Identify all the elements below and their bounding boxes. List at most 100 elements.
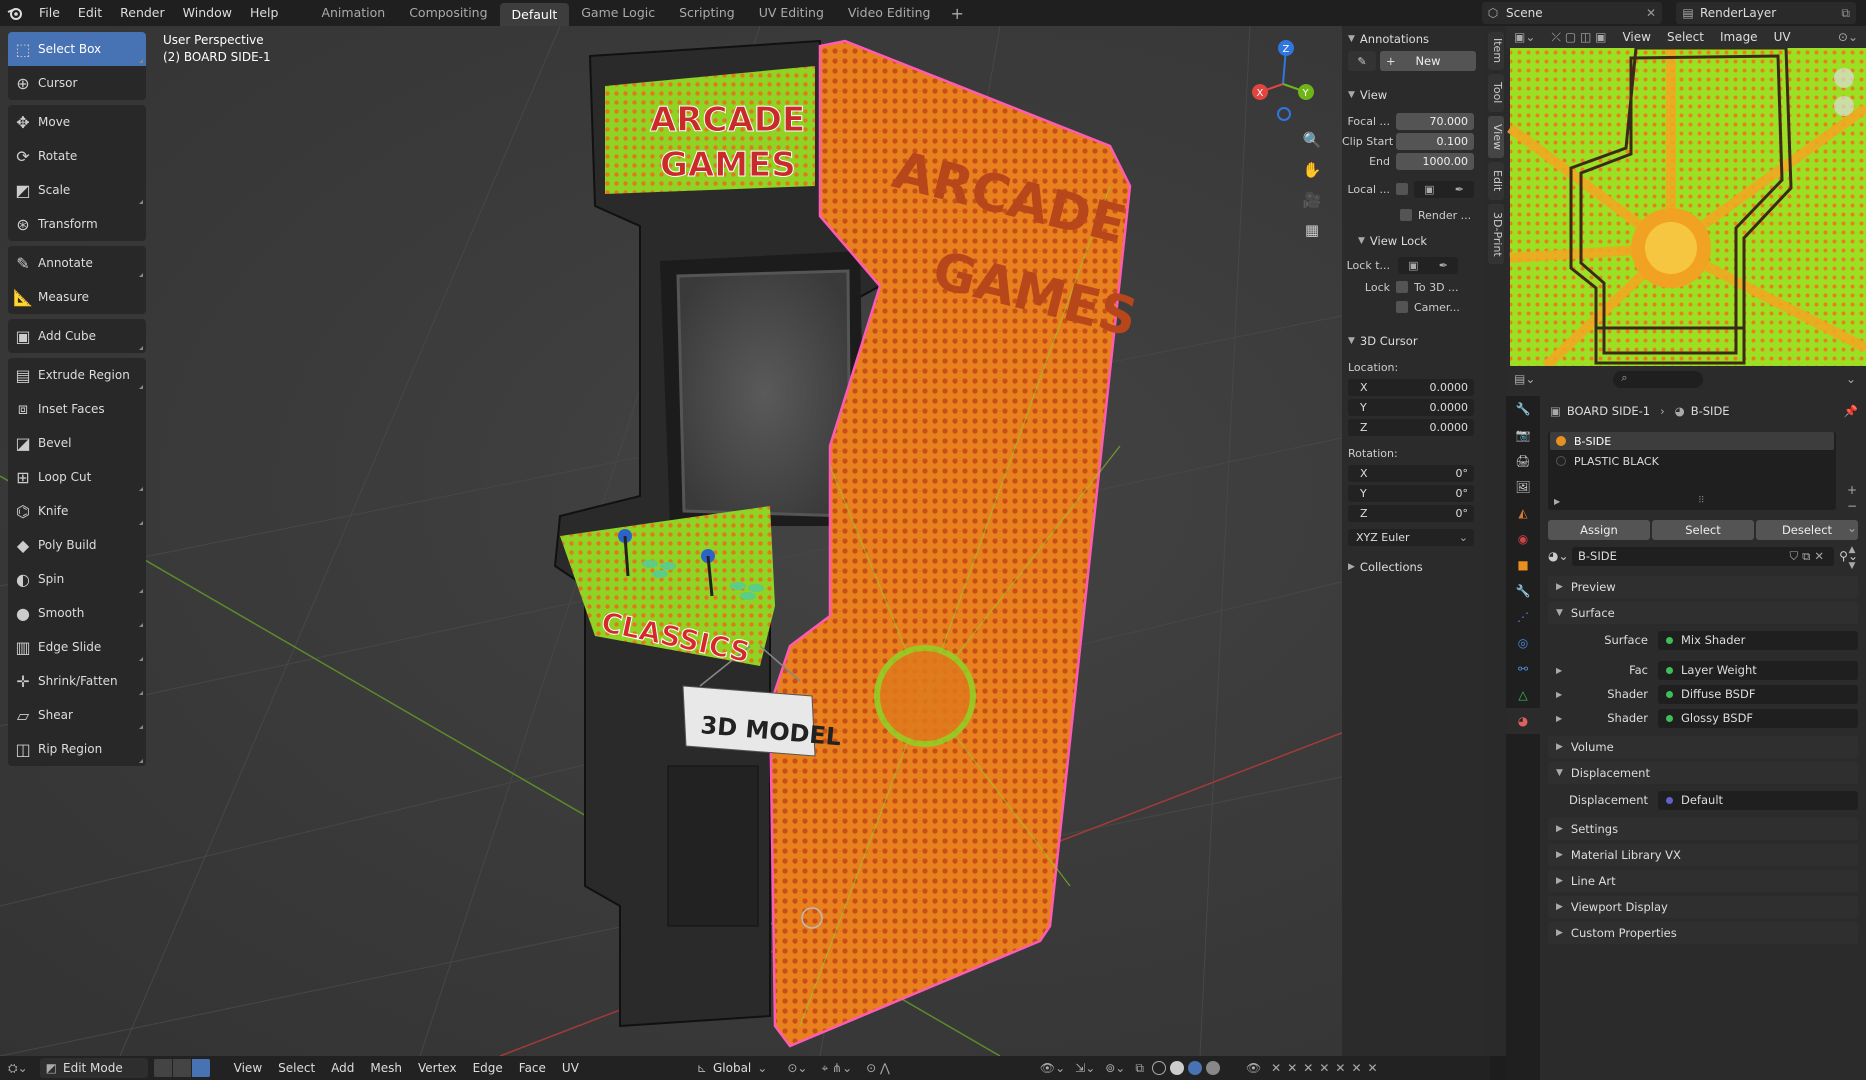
tool-poly-build[interactable]: ◆ Poly Build xyxy=(8,528,146,562)
menu-mesh[interactable]: Mesh xyxy=(362,1061,410,1075)
remove-slot-button[interactable]: − xyxy=(1844,498,1860,514)
modifier-properties-icon[interactable]: 🔧 xyxy=(1506,578,1540,604)
object-properties-icon[interactable]: ■ xyxy=(1506,552,1540,578)
snap-icon[interactable]: ⌖ ⋔⌄ xyxy=(821,1061,852,1076)
tab-default[interactable]: Default xyxy=(499,3,570,26)
blender-logo-icon[interactable] xyxy=(0,0,30,26)
tab-edit[interactable]: Edit xyxy=(1488,162,1504,200)
tab-uv-editing[interactable]: UV Editing xyxy=(747,0,836,26)
new-annotation-button[interactable]: + New xyxy=(1380,51,1476,71)
ortho-grid-icon[interactable]: ▦ xyxy=(1298,216,1326,244)
assign-button[interactable]: Assign xyxy=(1548,520,1650,540)
tab-scripting[interactable]: Scripting xyxy=(667,0,747,26)
cursor-rotation-y[interactable]: Y 0° xyxy=(1348,484,1474,502)
lock-to-object-picker[interactable]: ▣ ✒ xyxy=(1398,256,1458,274)
tool-measure[interactable]: 📐 Measure xyxy=(8,280,146,314)
solid-shading-icon[interactable] xyxy=(1169,1061,1184,1075)
tab-video-editing[interactable]: Video Editing xyxy=(836,0,943,26)
tool-loop-cut[interactable]: ⊞ Loop Cut xyxy=(8,460,146,494)
tool-annotate[interactable]: ✎ Annotate xyxy=(8,246,146,280)
visibility-icon[interactable]: 👁⌄ xyxy=(1040,1061,1065,1075)
menu-file[interactable]: File xyxy=(30,0,69,26)
output-properties-icon[interactable]: 🖨 xyxy=(1506,448,1540,474)
surface-section[interactable]: ▼ Surface xyxy=(1548,602,1858,624)
annotation-layer-icon[interactable]: ✎ xyxy=(1348,51,1376,71)
menu-help[interactable]: Help xyxy=(241,0,288,26)
tool-edge-slide[interactable]: ▥ Edge Slide xyxy=(8,630,146,664)
menu-edge[interactable]: Edge xyxy=(465,1061,511,1075)
tool-cursor[interactable]: ⊕ Cursor xyxy=(8,66,146,100)
tool-scale[interactable]: ◩ Scale xyxy=(8,173,146,207)
viewport-display-section[interactable]: ▶ Viewport Display xyxy=(1548,896,1858,918)
tab-tool[interactable]: Tool xyxy=(1488,74,1504,112)
clip-end-field[interactable]: 1000.00 xyxy=(1396,152,1474,170)
editor-type-icon[interactable]: ▤⌄ xyxy=(1506,372,1543,386)
fac-input-selector[interactable]: Layer Weight xyxy=(1658,660,1858,680)
material-shading-icon[interactable] xyxy=(1187,1061,1202,1075)
local-camera-checkbox[interactable] xyxy=(1396,183,1408,195)
physics-icon[interactable]: ◎ xyxy=(1506,630,1540,656)
preview-section[interactable]: ▶ Preview xyxy=(1548,576,1858,598)
view-layer-icon[interactable]: 🖼 xyxy=(1506,474,1540,500)
tool-settings-icon[interactable]: 🔧 xyxy=(1506,396,1540,422)
cursor-location-x[interactable]: X 0.0000 xyxy=(1348,378,1474,396)
tool-rip-region[interactable]: ◫ Rip Region xyxy=(8,732,146,766)
xray-icon[interactable]: ⧉ xyxy=(1135,1061,1144,1076)
copy-icon[interactable]: ⧉ xyxy=(1841,2,1850,24)
view-lock-header[interactable]: ▼ View Lock xyxy=(1342,230,1486,252)
custom-properties-section[interactable]: ▶ Custom Properties xyxy=(1548,922,1858,944)
view-header[interactable]: ▼ View xyxy=(1342,84,1486,106)
tool-select-box[interactable]: ⬚ Select Box xyxy=(8,32,146,66)
add-workspace-button[interactable]: + xyxy=(942,4,971,23)
tool-spin[interactable]: ◐ Spin xyxy=(8,562,146,596)
resize-handle-icon[interactable]: ⠿ xyxy=(1698,496,1705,506)
settings-section[interactable]: ▶ Settings xyxy=(1548,818,1858,840)
cursor-location-y[interactable]: Y 0.0000 xyxy=(1348,398,1474,416)
menu-select[interactable]: Select xyxy=(270,1061,323,1075)
menu-face[interactable]: Face xyxy=(511,1061,554,1075)
chevron-right-icon[interactable]: ▶ xyxy=(1554,497,1560,506)
face-select-icon[interactable] xyxy=(191,1059,210,1077)
menu-edit[interactable]: Edit xyxy=(69,0,111,26)
menu-render[interactable]: Render xyxy=(111,0,174,26)
mode-dropdown[interactable]: ◩ Edit Mode xyxy=(39,1058,148,1078)
tool-inset-faces[interactable]: ⧈ Inset Faces xyxy=(8,392,146,426)
pivot-icon[interactable]: ⊙⌄ xyxy=(787,1061,807,1075)
menu-view[interactable]: View xyxy=(1614,30,1658,44)
tab-compositing[interactable]: Compositing xyxy=(397,0,499,26)
deselect-button[interactable]: Deselect xyxy=(1756,520,1858,540)
tab-view[interactable]: View xyxy=(1488,116,1504,158)
annotations-header[interactable]: ▼ Annotations xyxy=(1342,28,1486,50)
material-properties-icon[interactable]: ◕ xyxy=(1506,708,1540,734)
gizmo-toggle-icon[interactable]: ⇲⌄ xyxy=(1075,1061,1095,1075)
menu-select[interactable]: Select xyxy=(1659,30,1712,44)
menu-image[interactable]: Image xyxy=(1712,30,1766,44)
chevron-right-icon[interactable]: ▶ xyxy=(1548,714,1568,723)
tool-shrink-fatten[interactable]: ✛ Shrink/Fatten xyxy=(8,664,146,698)
lock-camera-checkbox[interactable] xyxy=(1396,301,1408,313)
particles-icon[interactable]: ⋰ xyxy=(1506,604,1540,630)
chevron-right-icon[interactable]: ▶ xyxy=(1548,666,1568,675)
tool-rotate[interactable]: ⟳ Rotate xyxy=(8,139,146,173)
vertex-select-icon[interactable] xyxy=(153,1059,172,1077)
clip-start-field[interactable]: 0.100 xyxy=(1396,132,1474,150)
uv-texture-canvas[interactable] xyxy=(1506,48,1866,366)
navigation-gizmo[interactable]: Z X Y xyxy=(1238,34,1328,124)
scene-properties-icon[interactable]: ◭ xyxy=(1506,500,1540,526)
menu-view[interactable]: View xyxy=(226,1061,270,1075)
3d-cursor-header[interactable]: ▼ 3D Cursor xyxy=(1342,330,1486,352)
menu-vertex[interactable]: Vertex xyxy=(410,1061,465,1075)
tool-shear[interactable]: ▱ Shear xyxy=(8,698,146,732)
world-properties-icon[interactable]: ◉ xyxy=(1506,526,1540,552)
chevron-down-icon[interactable]: ⌄ xyxy=(1844,520,1860,536)
close-icon[interactable]: ✕ xyxy=(1646,2,1656,24)
pan-hand-icon[interactable]: ✋ xyxy=(1298,156,1326,184)
zoom-icon[interactable]: 🔍 xyxy=(1298,126,1326,154)
shader2-input-selector[interactable]: Glossy BSDF xyxy=(1658,708,1858,728)
select-button[interactable]: Select xyxy=(1652,520,1754,540)
editor-type-icon[interactable]: ⛭⌄ xyxy=(0,1061,36,1076)
rendered-shading-icon[interactable] xyxy=(1205,1061,1220,1075)
list-item[interactable]: B-SIDE xyxy=(1550,432,1834,450)
cursor-location-z[interactable]: Z 0.0000 xyxy=(1348,418,1474,436)
material-library-section[interactable]: ▶ Material Library VX xyxy=(1548,844,1858,866)
